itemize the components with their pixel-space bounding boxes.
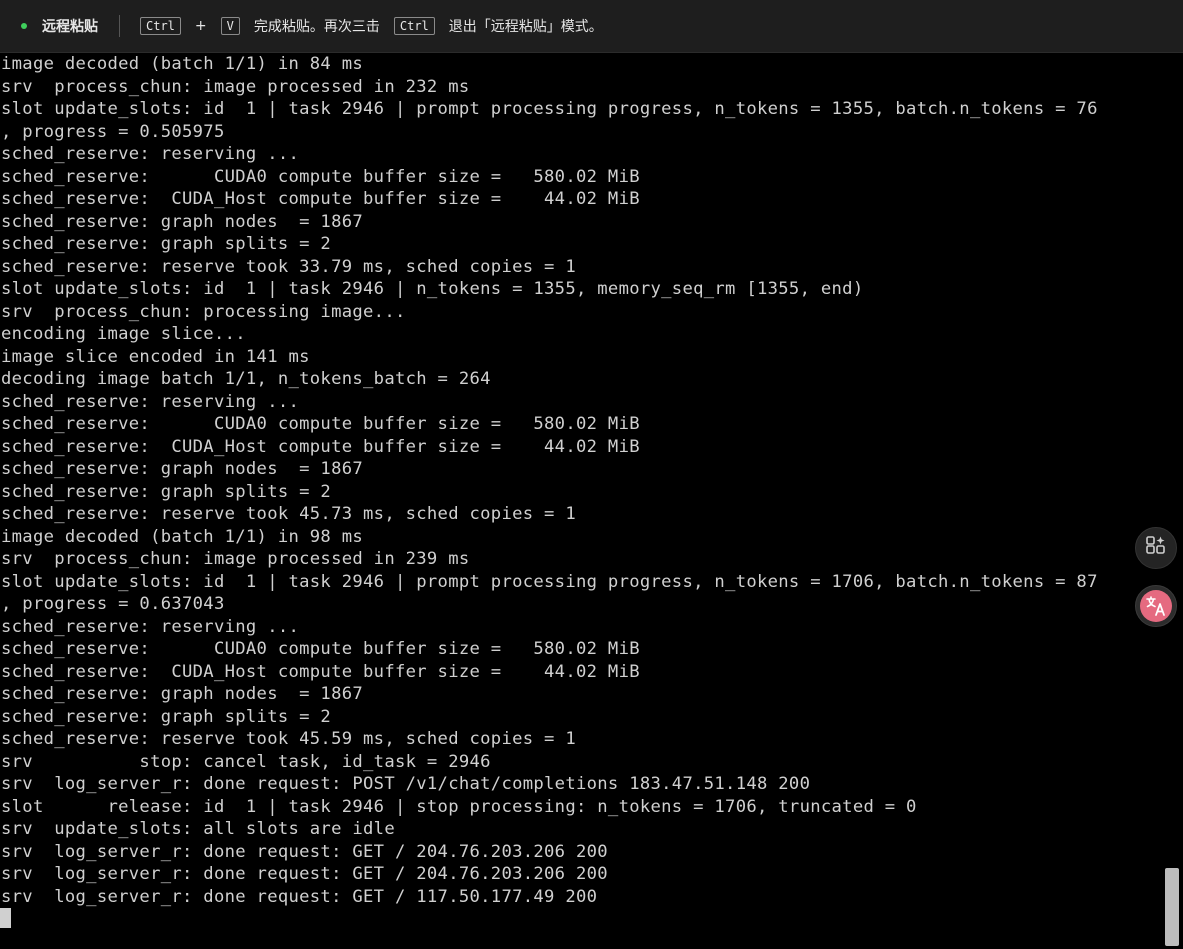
terminal-line: sched_reserve: CUDA_Host compute buffer … (1, 661, 640, 682)
terminal-line: srv process_chun: processing image... (1, 301, 406, 322)
terminal-line: sched_reserve: CUDA_Host compute buffer … (1, 189, 640, 209)
plus-sign: + (194, 18, 207, 34)
status-dot (21, 23, 27, 29)
translate-icon (1140, 590, 1172, 622)
terminal-line: , progress = 0.637043 (1, 594, 225, 614)
terminal-line: srv log_server_r: done request: GET / 20… (1, 864, 608, 884)
terminal-line: srv log_server_r: done request: POST /v1… (1, 774, 811, 794)
paste-hint-text: 完成粘贴。再次三击 (253, 19, 380, 35)
terminal-line: sched_reserve: reserving ... (1, 616, 300, 637)
remote-paste-bar: 远程粘贴 Ctrl + V 完成粘贴。再次三击 Ctrl 退出「远程粘贴」模式。 (0, 0, 1183, 53)
terminal-line: sched_reserve: graph splits = 2 (1, 234, 332, 254)
terminal-output[interactable]: image decoded (batch 1/1) in 84 ms srv pr… (0, 53, 1163, 949)
exit-hint-text: 退出「远程粘贴」模式。 (448, 19, 603, 35)
terminal-line: sched_reserve: CUDA0 compute buffer size… (1, 166, 640, 187)
terminal-line: sched_reserve: graph nodes = 1867 (1, 459, 364, 479)
v-key-badge: V (220, 17, 240, 35)
terminal-line: srv process_chun: image processed in 232… (1, 76, 470, 97)
terminal-line: , progress = 0.505975 (1, 121, 225, 142)
ctrl-key-badge: Ctrl (140, 17, 181, 35)
ctrl-key-badge-exit: Ctrl (393, 17, 435, 35)
terminal-line: sched_reserve: CUDA0 compute buffer size… (1, 639, 640, 659)
terminal-line: slot update_slots: id 1 | task 2946 | pr… (1, 99, 1098, 119)
terminal-line: image decoded (batch 1/1) in 84 ms (1, 54, 364, 74)
terminal-line: sched_reserve: graph nodes = 1867 (1, 684, 364, 704)
scrollbar-track[interactable] (1163, 53, 1183, 949)
terminal-line: srv update_slots: all slots are idle (1, 819, 395, 839)
terminal-line: sched_reserve: CUDA0 compute buffer size… (1, 414, 640, 434)
divider (119, 15, 120, 37)
terminal-line: srv stop: cancel task, id_task = 2946 (1, 751, 491, 772)
terminal-line: slot update_slots: id 1 | task 2946 | pr… (1, 571, 1098, 592)
terminal-line: decoding image batch 1/1, n_tokens_batch… (1, 369, 491, 389)
terminal-line: srv log_server_r: done request: GET / 20… (1, 841, 608, 862)
terminal-line: sched_reserve: graph nodes = 1867 (1, 211, 364, 232)
terminal-line: image decoded (batch 1/1) in 98 ms (1, 526, 364, 547)
terminal-line: srv process_chun: image processed in 239… (1, 549, 470, 569)
apps-sparkle-button[interactable] (1135, 527, 1177, 569)
scrollbar-thumb[interactable] (1165, 868, 1179, 946)
terminal-line: srv log_server_r: done request: GET / 11… (1, 886, 598, 907)
terminal-line: sched_reserve: reserve took 45.73 ms, sc… (1, 504, 576, 524)
terminal-line: encoding image slice... (1, 324, 246, 344)
terminal-line: slot update_slots: id 1 | task 2946 | n_… (1, 279, 864, 299)
terminal-line: image slice encoded in 141 ms (1, 346, 310, 367)
terminal-line: sched_reserve: CUDA_Host compute buffer … (1, 436, 640, 457)
terminal-cursor (0, 908, 11, 928)
terminal-line: sched_reserve: reserving ... (1, 391, 300, 412)
terminal-line: sched_reserve: reserve took 45.59 ms, sc… (1, 729, 576, 749)
terminal-line: slot release: id 1 | task 2946 | stop pr… (1, 796, 917, 817)
terminal-line: sched_reserve: reserving ... (1, 144, 300, 164)
terminal-line: sched_reserve: graph splits = 2 (1, 706, 332, 727)
apps-sparkle-icon (1145, 535, 1167, 561)
terminal-line: sched_reserve: graph splits = 2 (1, 481, 332, 502)
mode-title: 远程粘贴 (42, 19, 98, 35)
terminal-line: sched_reserve: reserve took 33.79 ms, sc… (1, 256, 576, 277)
translate-button[interactable] (1135, 585, 1177, 627)
